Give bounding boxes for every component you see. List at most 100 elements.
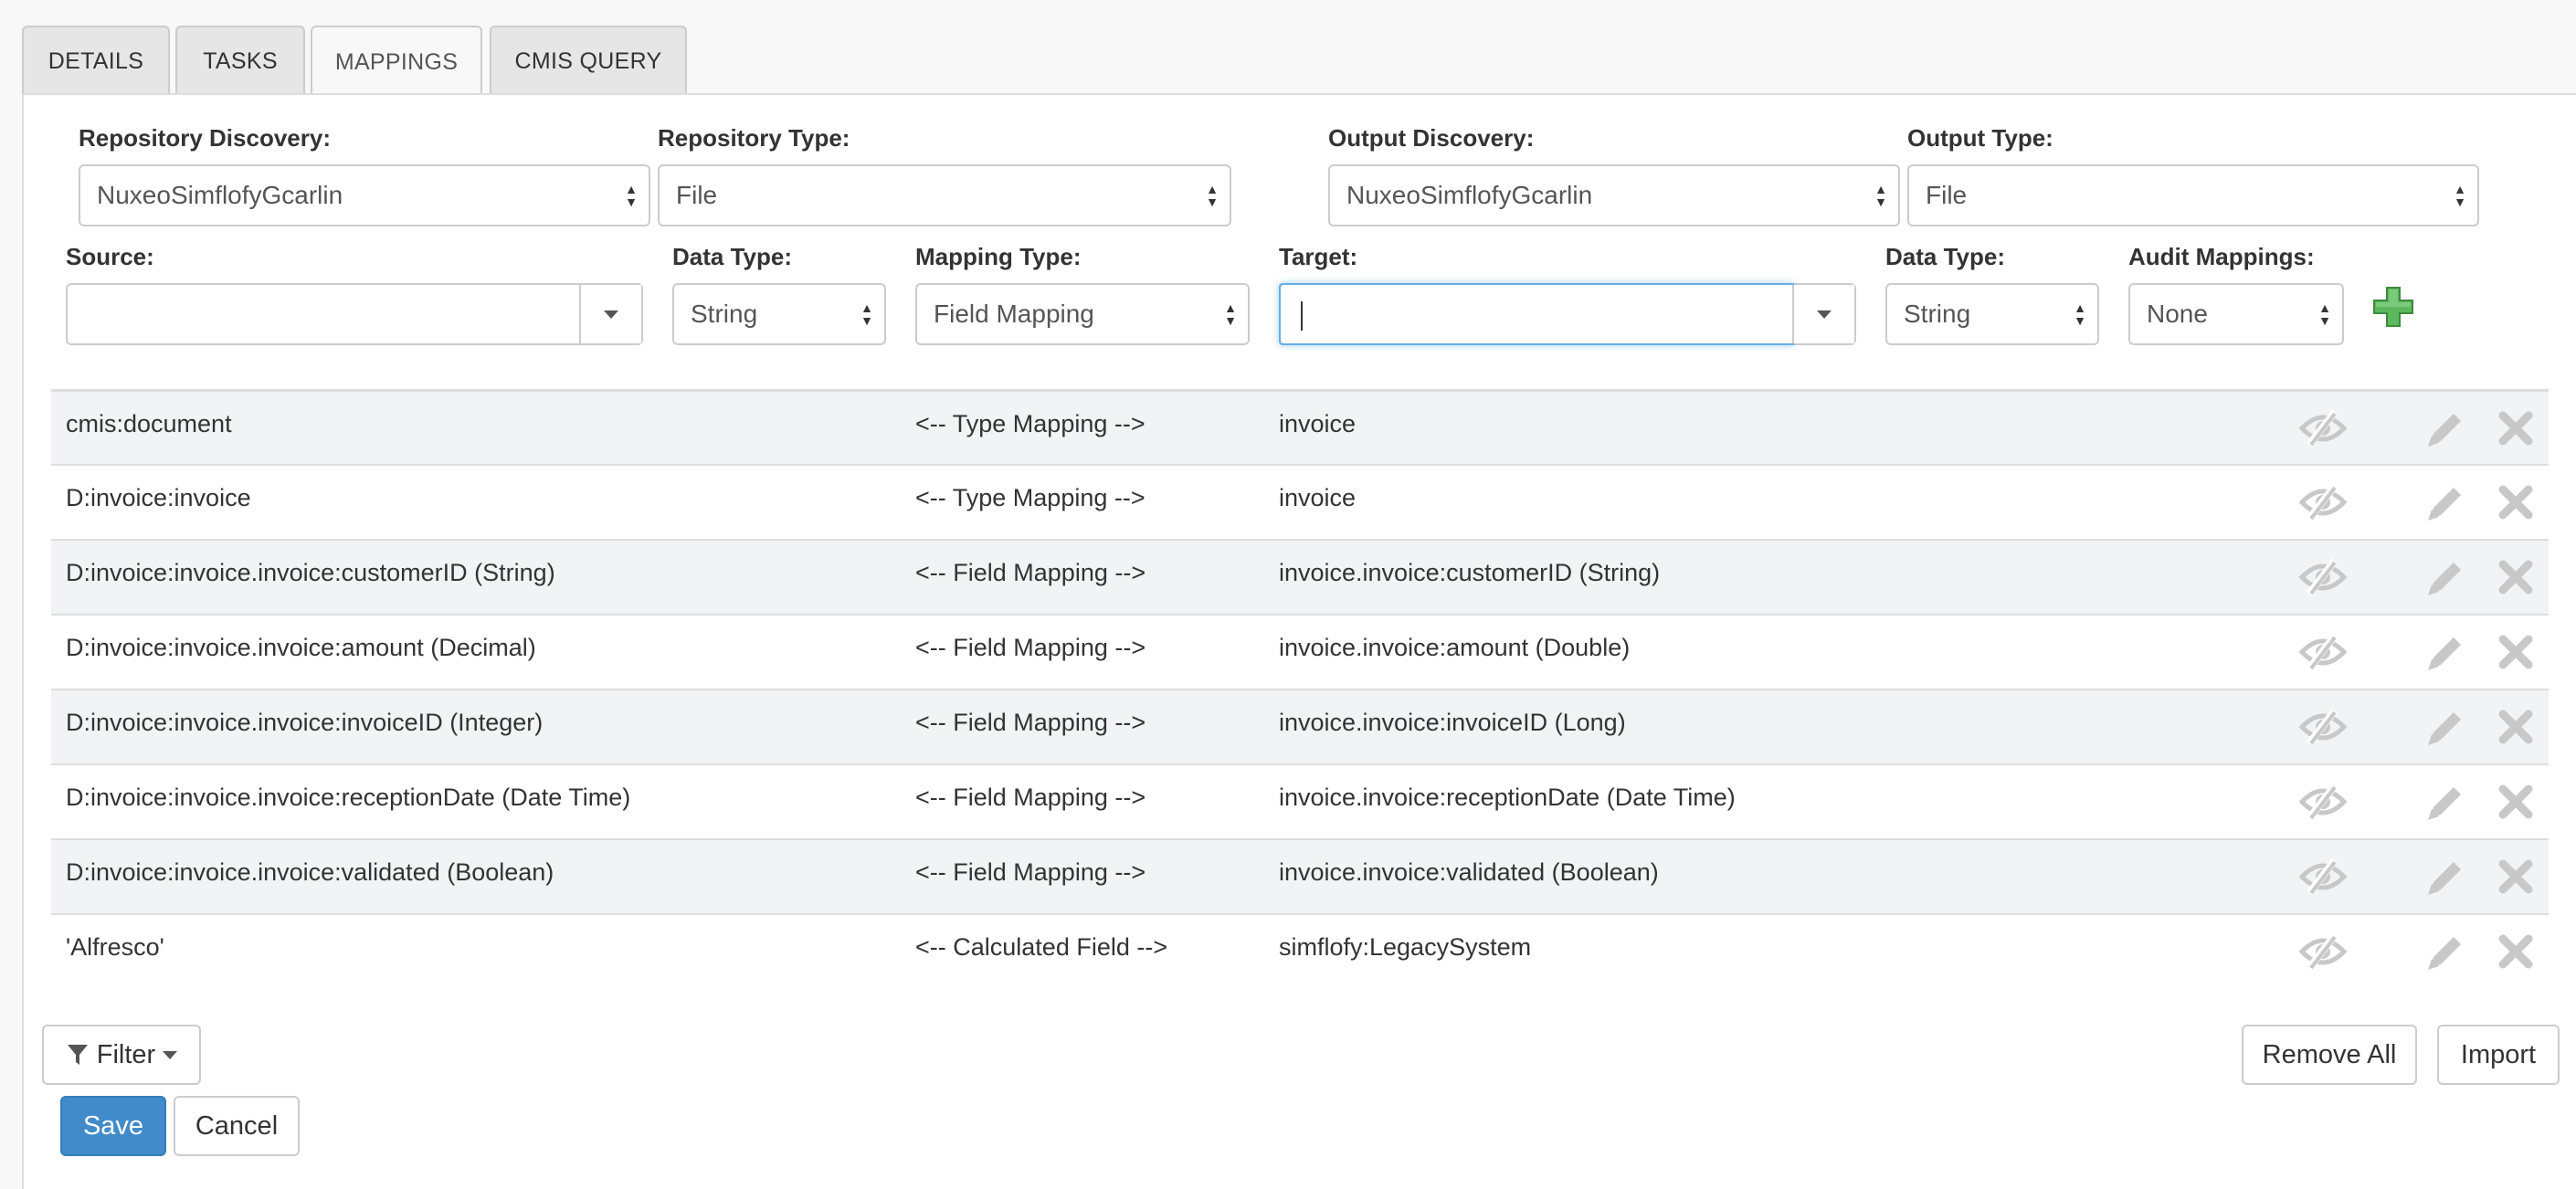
target-input[interactable]: [1279, 283, 1794, 345]
tab-label: MAPPINGS: [334, 48, 459, 75]
table-row: D:invoice:invoice.invoice:validated (Boo…: [51, 838, 2549, 913]
save-button[interactable]: Save: [60, 1096, 166, 1156]
save-label: Save: [82, 1110, 144, 1141]
output-discovery-select[interactable]: NuxeoSimflofyGcarlin ▲ ▼: [1328, 164, 1900, 226]
audit-mappings-label: Audit Mappings:: [2128, 243, 2315, 270]
target-data-type-select[interactable]: String ▲ ▼: [1885, 283, 2099, 345]
eye-slash-icon[interactable]: [2298, 931, 2348, 972]
pencil-icon[interactable]: [2424, 632, 2466, 674]
eye-slash-icon[interactable]: [2298, 557, 2348, 597]
source-data-type-select[interactable]: String ▲ ▼: [672, 283, 886, 345]
times-icon[interactable]: [2496, 857, 2536, 897]
output-discovery-label: Output Discovery:: [1328, 124, 1535, 152]
tab-label: TASKS: [203, 47, 278, 74]
target-dropdown-button[interactable]: [1792, 285, 1854, 343]
times-icon[interactable]: [2496, 782, 2536, 822]
pencil-icon[interactable]: [2424, 557, 2466, 599]
tab-tasks[interactable]: TASKS: [175, 26, 305, 95]
eye-slash-icon[interactable]: [2298, 707, 2348, 747]
eye-slash-icon[interactable]: [2298, 632, 2348, 672]
tab-cmis-query[interactable]: CMIS QUERY: [490, 26, 687, 95]
audit-mappings-select[interactable]: None ▲ ▼: [2128, 283, 2344, 345]
chevron-updown-icon: ▲ ▼: [1206, 182, 1219, 209]
repository-type-label: Repository Type:: [658, 124, 850, 152]
times-icon[interactable]: [2496, 632, 2536, 672]
chevron-updown-icon: ▲ ▼: [625, 182, 638, 209]
pencil-icon[interactable]: [2424, 782, 2466, 824]
select-value: String: [691, 300, 758, 328]
pencil-icon[interactable]: [2424, 707, 2466, 749]
caret-down-icon: [163, 1050, 178, 1059]
chevron-updown-icon: ▲ ▼: [860, 300, 873, 328]
mapping-source: D:invoice:invoice.invoice:amount (Decima…: [66, 634, 536, 661]
mapping-target: invoice.invoice:amount (Double): [1279, 634, 1631, 661]
mapping-target: invoice.invoice:invoiceID (Long): [1279, 709, 1626, 736]
table-row: D:invoice:invoice.invoice:customerID (St…: [51, 539, 2549, 614]
tab-details[interactable]: DETAILS: [22, 26, 170, 95]
select-value: NuxeoSimflofyGcarlin: [97, 181, 343, 209]
mapping-source: D:invoice:invoice.invoice:validated (Boo…: [66, 858, 554, 886]
times-icon[interactable]: [2496, 707, 2536, 747]
target-data-type-label: Data Type:: [1885, 243, 2005, 270]
chevron-updown-icon: ▲ ▼: [1874, 182, 1887, 209]
text-cursor: [1301, 301, 1303, 331]
source-data-type-label: Data Type:: [672, 243, 792, 270]
times-icon[interactable]: [2496, 557, 2536, 597]
mapping-source: D:invoice:invoice.invoice:invoiceID (Int…: [66, 709, 544, 736]
mapping-target: invoice: [1279, 484, 1357, 511]
target-label: Target:: [1279, 243, 1358, 270]
tab-label: CMIS QUERY: [514, 47, 662, 74]
repository-type-select[interactable]: File ▲ ▼: [658, 164, 1231, 226]
select-value: None: [2147, 300, 2208, 328]
eye-slash-icon[interactable]: [2298, 857, 2348, 897]
tab-mappings[interactable]: MAPPINGS: [311, 26, 482, 97]
filter-dropdown-button[interactable]: Filter: [42, 1025, 201, 1085]
chevron-updown-icon: ▲ ▼: [2454, 182, 2466, 209]
mapping-type: <-- Field Mapping -->: [915, 858, 1146, 886]
import-label: Import: [2460, 1039, 2537, 1069]
cancel-button[interactable]: Cancel: [174, 1096, 300, 1156]
chevron-updown-icon: ▲ ▼: [2074, 300, 2086, 328]
mapping-type: <-- Field Mapping -->: [915, 634, 1146, 661]
chevron-updown-icon: ▲ ▼: [1224, 300, 1237, 328]
add-mapping-plus-icon[interactable]: [2371, 285, 2415, 329]
output-type-select[interactable]: File ▲ ▼: [1907, 164, 2479, 226]
source-input[interactable]: [68, 285, 579, 343]
eye-slash-icon[interactable]: [2298, 482, 2348, 522]
target-combobox: [1279, 283, 1856, 345]
mapping-target: invoice.invoice:receptionDate (Date Time…: [1279, 784, 1736, 811]
caret-down-icon: [604, 310, 618, 319]
repository-discovery-label: Repository Discovery:: [79, 124, 331, 152]
caret-down-icon: [1817, 310, 1832, 319]
times-icon[interactable]: [2496, 408, 2536, 448]
eye-slash-icon[interactable]: [2298, 408, 2348, 448]
table-row: D:invoice:invoice.invoice:amount (Decima…: [51, 614, 2549, 689]
pencil-icon[interactable]: [2424, 408, 2466, 450]
pencil-icon[interactable]: [2424, 482, 2466, 524]
source-dropdown-button[interactable]: [579, 285, 641, 343]
table-row: cmis:document <-- Type Mapping --> invoi…: [51, 389, 2549, 464]
pencil-icon[interactable]: [2424, 857, 2466, 899]
table-row: D:invoice:invoice <-- Type Mapping --> i…: [51, 464, 2549, 539]
filter-icon: [67, 1045, 88, 1065]
filter-label: Filter: [96, 1039, 156, 1069]
select-value: File: [1926, 181, 1968, 209]
pencil-icon[interactable]: [2424, 931, 2466, 973]
repository-discovery-select[interactable]: NuxeoSimflofyGcarlin ▲ ▼: [79, 164, 650, 226]
import-button[interactable]: Import: [2437, 1025, 2560, 1085]
mappings-table: cmis:document <-- Type Mapping --> invoi…: [51, 389, 2549, 988]
mapping-type: <-- Field Mapping -->: [915, 784, 1146, 811]
times-icon[interactable]: [2496, 482, 2536, 522]
source-combobox: [66, 283, 643, 345]
remove-all-button[interactable]: Remove All: [2242, 1025, 2417, 1085]
remove-all-label: Remove All: [2262, 1039, 2397, 1069]
eye-slash-icon[interactable]: [2298, 782, 2348, 822]
mapping-source: 'Alfresco': [66, 933, 164, 961]
times-icon[interactable]: [2496, 931, 2536, 972]
table-row: 'Alfresco' <-- Calculated Field --> simf…: [51, 913, 2549, 988]
mapping-type: <-- Type Mapping -->: [915, 410, 1145, 437]
mapping-type-select[interactable]: Field Mapping ▲ ▼: [915, 283, 1250, 345]
mapping-type: <-- Field Mapping -->: [915, 559, 1146, 586]
select-value: String: [1904, 300, 1971, 328]
mapping-type: <-- Field Mapping -->: [915, 709, 1146, 736]
